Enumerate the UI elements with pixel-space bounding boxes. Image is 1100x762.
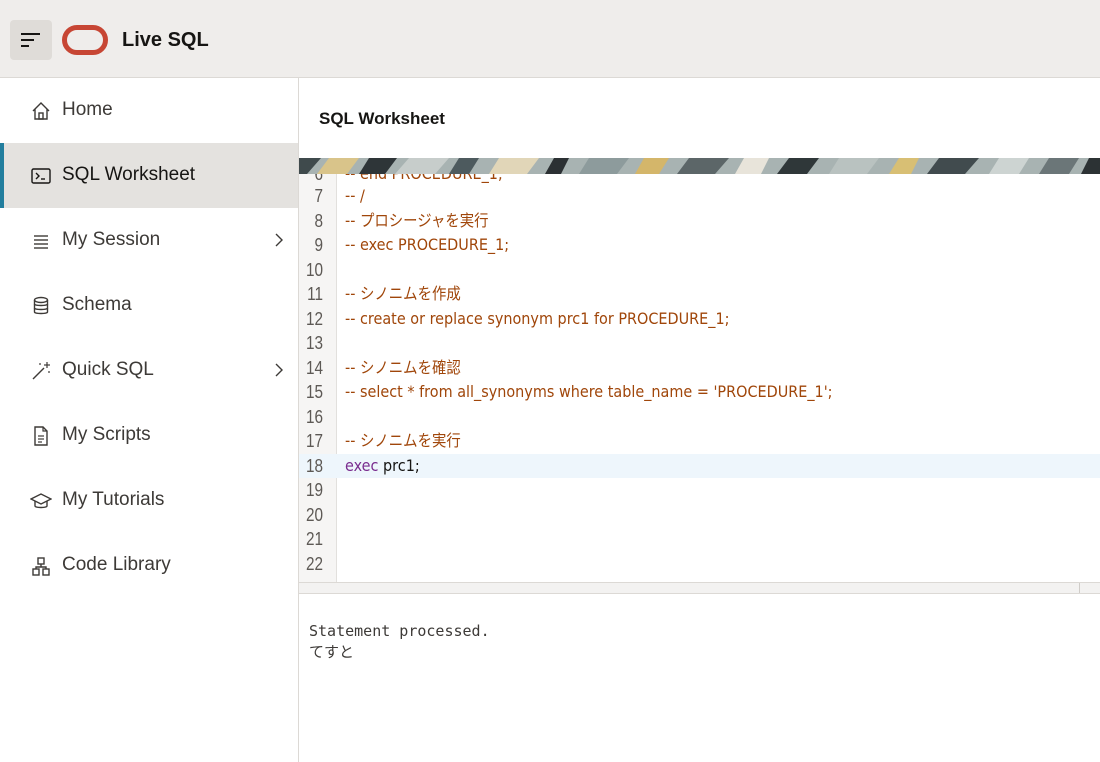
- code-comment: -- exec PROCEDURE_1;: [345, 235, 510, 254]
- hierarchy-icon: [32, 557, 50, 576]
- chevron-right-icon: [275, 363, 283, 377]
- oracle-logo: [62, 25, 108, 55]
- home-icon: [32, 102, 50, 120]
- line-number: 13: [305, 333, 323, 353]
- code-line[interactable]: 11 -- シノニムを作成: [299, 282, 1100, 307]
- page-title: SQL Worksheet: [319, 109, 445, 128]
- sidebar-item-my-tutorials[interactable]: My Tutorials: [0, 468, 298, 533]
- sidebar-item-my-scripts[interactable]: My Scripts: [0, 403, 298, 468]
- code-line[interactable]: 14 -- シノニムを確認: [299, 356, 1100, 381]
- hamburger-icon: [21, 33, 40, 47]
- output-line: Statement processed.: [309, 622, 490, 640]
- code-comment: -- シノニムを確認: [345, 357, 461, 377]
- scrollbar-thumb[interactable]: [1079, 583, 1080, 593]
- line-number: 21: [305, 529, 323, 549]
- code-comment: -- プロシージャを実行: [345, 210, 489, 230]
- database-icon: [33, 296, 49, 315]
- code-line[interactable]: 10: [299, 258, 1100, 283]
- sidebar-item-label: My Session: [62, 229, 161, 250]
- code-line[interactable]: 15 -- select * from all_synonyms where t…: [299, 380, 1100, 405]
- sidebar-item-label: Home: [62, 99, 113, 120]
- line-number: 7: [314, 186, 323, 206]
- code-line[interactable]: 7 -- /: [299, 184, 1100, 209]
- sql-editor[interactable]: 6 -- end PROCEDURE_1; 7 -- / 8 -- プロシージャ…: [299, 174, 1100, 582]
- sidebar-item-label: SQL Worksheet: [62, 164, 196, 185]
- list-icon: [34, 235, 48, 249]
- line-number: 19: [305, 480, 323, 500]
- code-line[interactable]: 16: [299, 405, 1100, 430]
- code-line[interactable]: 17 -- シノニムを実行: [299, 429, 1100, 454]
- code-statement: exec prc1;: [345, 454, 420, 479]
- code-text: prc1;: [378, 455, 420, 475]
- code-comment: -- シノニムを作成: [345, 284, 461, 303]
- line-number: 16: [305, 406, 323, 427]
- sidebar-item-sql-worksheet[interactable]: SQL Worksheet: [0, 143, 298, 208]
- line-number: 11: [307, 284, 323, 304]
- output-line: てすと: [309, 643, 355, 661]
- code-comment: -- select * from all_synonyms where tabl…: [345, 382, 833, 401]
- line-number: 15: [305, 382, 323, 402]
- horizontal-scrollbar[interactable]: [299, 582, 1100, 594]
- code-comment: -- シノニムを実行: [345, 431, 461, 450]
- sidebar-item-label: My Tutorials: [62, 489, 165, 510]
- main-content: SQL Worksheet 6 -- end PROCEDURE_1; 7 --…: [299, 78, 1100, 762]
- app-header: Live SQL: [0, 0, 1100, 78]
- code-comment: -- /: [345, 186, 365, 205]
- sidebar-nav: Home SQL Worksheet My Session Schema Qui…: [0, 78, 299, 762]
- graduation-cap-icon: [30, 493, 52, 509]
- line-number: 18: [305, 455, 323, 476]
- sidebar-item-label: Quick SQL: [62, 359, 154, 380]
- chevron-right-icon: [275, 233, 283, 247]
- sidebar-item-label: Schema: [62, 294, 132, 315]
- sidebar-item-label: My Scripts: [62, 424, 151, 445]
- line-number: 22: [305, 553, 323, 574]
- line-number: 12: [305, 308, 323, 329]
- code-line[interactable]: 12 -- create or replace synonym prc1 for…: [299, 307, 1100, 332]
- output-panel: Statement processed. てすと: [299, 595, 1100, 762]
- code-line[interactable]: 21: [299, 527, 1100, 552]
- line-number: 20: [305, 504, 323, 525]
- hamburger-menu-button[interactable]: [10, 20, 52, 60]
- sidebar-item-label: Code Library: [62, 554, 171, 575]
- code-comment: -- create or replace synonym prc1 for PR…: [345, 308, 730, 328]
- sidebar-item-my-session[interactable]: My Session: [0, 208, 298, 273]
- decorative-banner: [299, 158, 1100, 174]
- sidebar-item-code-library[interactable]: Code Library: [0, 533, 298, 598]
- line-number: 17: [305, 431, 323, 451]
- sidebar-item-schema[interactable]: Schema: [0, 273, 298, 338]
- sidebar-item-home[interactable]: Home: [0, 78, 298, 143]
- document-icon: [34, 426, 48, 446]
- code-line[interactable]: 8 -- プロシージャを実行: [299, 209, 1100, 234]
- code-line[interactable]: 9 -- exec PROCEDURE_1;: [299, 233, 1100, 258]
- code-line[interactable]: 22: [299, 552, 1100, 577]
- terminal-icon: [31, 168, 51, 184]
- line-number: 9: [314, 235, 323, 255]
- app-title: Live SQL: [122, 29, 209, 51]
- sidebar-item-quick-sql[interactable]: Quick SQL: [0, 338, 298, 403]
- code-line[interactable]: 20: [299, 503, 1100, 528]
- code-line[interactable]: 13: [299, 331, 1100, 356]
- magic-wand-icon: [32, 362, 50, 380]
- code-line[interactable]: 19: [299, 478, 1100, 503]
- line-number: 14: [305, 357, 323, 378]
- code-line-current[interactable]: 18 exec prc1;: [299, 453, 1100, 479]
- code-keyword: exec: [345, 455, 379, 475]
- line-number: 10: [305, 259, 323, 280]
- line-number: 8: [314, 210, 323, 231]
